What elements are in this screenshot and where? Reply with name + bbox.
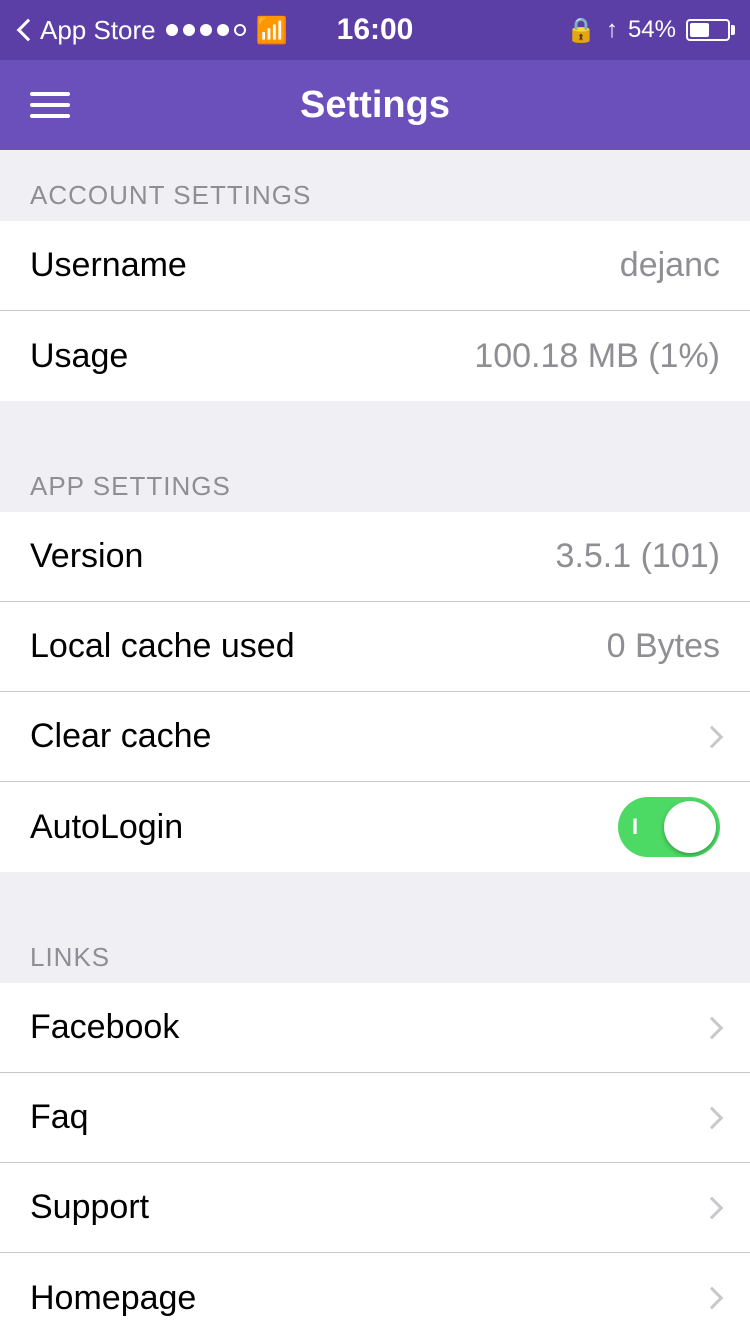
chevron-right-icon-faq [701,1106,724,1129]
item-label-support: Support [30,1188,149,1227]
status-left: App Store 📶 [20,15,288,46]
lock-icon: 🔒 [566,16,596,45]
settings-item-clear-cache[interactable]: Clear cache [0,692,750,782]
status-time: 16:00 [337,13,414,47]
battery-icon [686,19,730,41]
signal-dot-3 [200,24,212,36]
status-bar: App Store 📶 16:00 🔒 ↑ 54% [0,0,750,60]
item-value-version: 3.5.1 (101) [556,537,720,576]
location-icon: ↑ [606,16,618,44]
item-label-clear-cache: Clear cache [30,717,211,756]
item-label-autologin: AutoLogin [30,808,183,847]
chevron-right-icon-support [701,1196,724,1219]
section-gap-2 [0,872,750,912]
item-label-usage: Usage [30,337,128,376]
section-gap-1 [0,401,750,441]
carrier-label: App Store [40,15,156,46]
settings-item-homepage[interactable]: Homepage [0,1253,750,1343]
section-header-account: ACCOUNT SETTINGS [0,150,750,221]
hamburger-line-1 [30,92,70,96]
item-value-local-cache: 0 Bytes [607,627,720,666]
settings-item-username: Username dejanc [0,221,750,311]
toggle-autologin[interactable]: I [618,797,720,857]
toggle-label-autologin: I [632,814,638,840]
signal-dot-4 [217,24,229,36]
settings-list-links: Facebook Faq Support Homepage [0,983,750,1343]
settings-item-usage: Usage 100.18 MB (1%) [0,311,750,401]
hamburger-line-2 [30,103,70,107]
settings-item-facebook[interactable]: Facebook [0,983,750,1073]
settings-item-version: Version 3.5.1 (101) [0,512,750,602]
chevron-right-icon-clear-cache [701,725,724,748]
item-value-usage: 100.18 MB (1%) [474,337,720,376]
section-header-app: APP SETTINGS [0,441,750,512]
settings-item-local-cache: Local cache used 0 Bytes [0,602,750,692]
item-label-username: Username [30,246,187,285]
back-button[interactable]: App Store [20,15,156,46]
hamburger-line-3 [30,114,70,118]
page-title: Settings [300,84,450,127]
battery-percent: 54% [628,16,676,44]
wifi-icon: 📶 [256,15,288,46]
item-label-version: Version [30,537,143,576]
item-label-local-cache: Local cache used [30,627,295,666]
toggle-knob-autologin [664,801,716,853]
signal-dot-1 [166,24,178,36]
settings-container: ACCOUNT SETTINGS Username dejanc Usage 100.1… [0,150,750,1343]
settings-list-app: Version 3.5.1 (101) Local cache used 0 Byte… [0,512,750,872]
item-label-facebook: Facebook [30,1008,179,1047]
status-right: 🔒 ↑ 54% [566,16,730,45]
signal-dot-2 [183,24,195,36]
settings-item-autologin[interactable]: AutoLogin I [0,782,750,872]
chevron-left-icon [17,19,40,42]
chevron-right-icon-homepage [701,1287,724,1310]
nav-bar: Settings [0,60,750,150]
section-header-links: LINKS [0,912,750,983]
battery-fill [690,23,709,37]
item-label-faq: Faq [30,1098,89,1137]
settings-item-support[interactable]: Support [0,1163,750,1253]
signal-dot-5 [234,24,246,36]
settings-list-account: Username dejanc Usage 100.18 MB (1%) [0,221,750,401]
chevron-right-icon-facebook [701,1016,724,1039]
item-value-username: dejanc [620,246,720,285]
signal-indicator [166,24,246,36]
hamburger-menu-button[interactable] [30,92,70,118]
settings-item-faq[interactable]: Faq [0,1073,750,1163]
item-label-homepage: Homepage [30,1279,196,1318]
